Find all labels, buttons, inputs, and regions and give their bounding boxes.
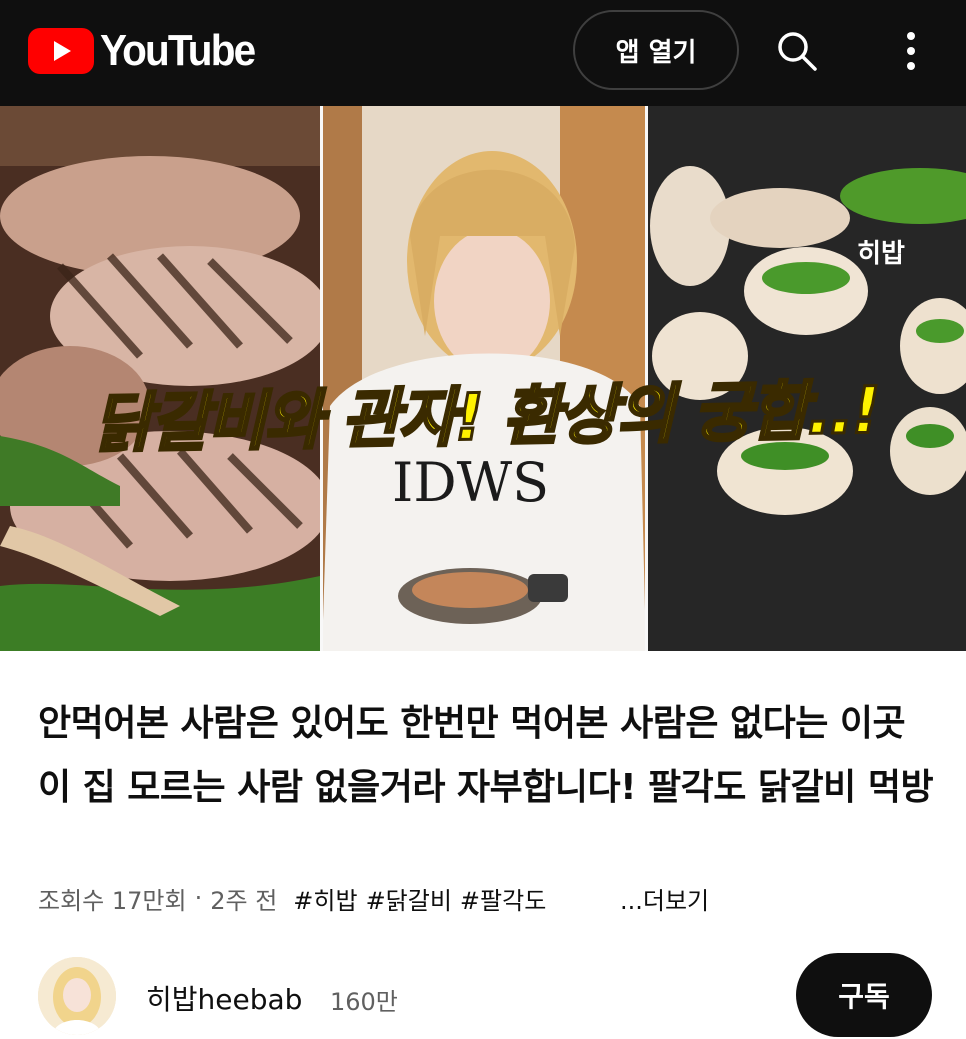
logo-text: YouTube — [100, 26, 256, 75]
more-vertical-icon[interactable] — [886, 26, 936, 76]
channel-watermark: 히밥 — [857, 239, 905, 269]
open-app-button[interactable]: 앱 열기 — [573, 10, 739, 90]
video-title[interactable]: 안먹어본 사람은 있어도 한번만 먹어본 사람은 없다는 이곳 이 집 모르는 … — [38, 692, 938, 820]
youtube-logo[interactable]: YouTube — [28, 26, 268, 76]
shirt-print: IDWS — [392, 451, 549, 514]
view-count: 조회수 17만회 — [38, 886, 187, 915]
channel-avatar[interactable] — [38, 957, 116, 1035]
youtube-play-icon — [28, 28, 94, 74]
upload-age: 2주 전 — [210, 886, 278, 915]
video-meta[interactable]: 조회수 17만회 · 2주 전 #히밥 #닭갈비 #팔각도 ...더보기 — [38, 878, 938, 918]
video-thumbnail[interactable]: IDWS 히밥 닭갈비와 관자! 환상의 궁합..! — [0, 106, 966, 651]
hashtag[interactable]: #팔각도 — [460, 881, 546, 916]
show-more-button[interactable]: ...더보기 — [620, 881, 709, 916]
thumbnail-caption: 닭갈비와 관자! 환상의 궁합..! — [91, 373, 881, 464]
search-icon[interactable] — [772, 26, 822, 76]
subscribe-button[interactable]: 구독 — [796, 953, 932, 1037]
hashtag[interactable]: #닭갈비 — [366, 881, 452, 916]
hashtag[interactable]: #히밥 — [293, 881, 357, 916]
top-app-bar: YouTube 앱 열기 — [0, 0, 966, 106]
channel-name[interactable]: 히밥heebab — [146, 978, 302, 1018]
meta-separator: · — [194, 884, 203, 912]
subscriber-count: 160만 — [330, 988, 398, 1016]
